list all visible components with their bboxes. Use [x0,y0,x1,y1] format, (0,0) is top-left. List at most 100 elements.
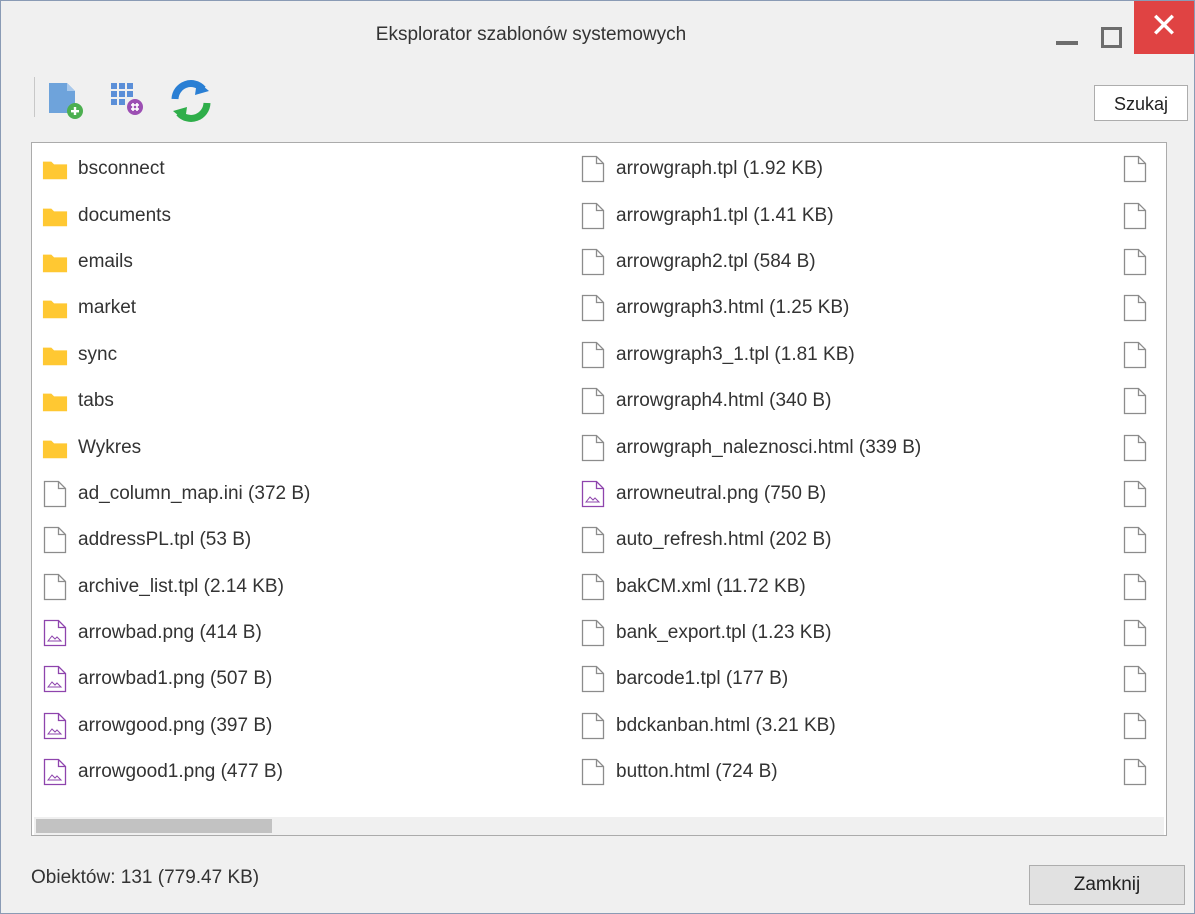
list-item-label: arrowgraph_naleznosci.html (339 B) [616,436,922,458]
list-item-label: arrowbad.png (414 B) [78,622,262,644]
list-item[interactable]: arrowgraph2.tpl (584 B) [580,239,1115,285]
list-item[interactable]: arrowbad.png (414 B) [42,610,577,656]
list-item[interactable] [1122,239,1166,285]
list-item[interactable]: barcode1.tpl (177 B) [580,656,1115,702]
status-text: Obiektów: 131 (779.47 KB) [31,867,260,888]
list-item-label: arrowgraph2.tpl (584 B) [616,250,816,272]
list-item[interactable]: arrowgraph_naleznosci.html (339 B) [580,424,1115,470]
list-item[interactable]: arrowgood1.png (477 B) [42,749,577,795]
file-icon [1122,341,1148,369]
list-item[interactable]: tabs [42,378,577,424]
list-item[interactable] [1122,471,1166,517]
list-item-label: bdckanban.html (3.21 KB) [616,714,836,736]
list-item[interactable]: arrowneutral.png (750 B) [580,471,1115,517]
minimize-button[interactable] [1048,10,1088,60]
list-item[interactable]: emails [42,239,577,285]
list-item[interactable]: arrowgood.png (397 B) [42,703,577,749]
close-icon: ✕ [1149,6,1179,46]
new-file-button[interactable] [45,77,87,119]
file-icon [580,294,606,322]
list-item[interactable]: bakCM.xml (11.72 KB) [580,564,1115,610]
toolbar: Szukaj [1,65,1194,137]
file-icon [580,341,606,369]
list-item[interactable]: button.html (724 B) [580,749,1115,795]
list-item-label: market [78,297,137,319]
list-item[interactable]: arrowgraph4.html (340 B) [580,378,1115,424]
folder-icon [42,202,68,230]
search-button[interactable]: Szukaj [1094,85,1188,121]
list-item-label: arrowgood1.png (477 B) [78,761,283,783]
list-item[interactable]: archive_list.tpl (2.14 KB) [42,564,577,610]
list-item[interactable]: bdckanban.html (3.21 KB) [580,703,1115,749]
list-item[interactable]: bsconnect [42,146,577,192]
file-icon [580,155,606,183]
list-item[interactable] [1122,192,1166,238]
list-item[interactable]: addressPL.tpl (53 B) [42,517,577,563]
file-icon [1122,526,1148,554]
list-item-label: barcode1.tpl (177 B) [616,668,789,690]
image-file-icon [42,665,68,693]
list-item[interactable]: arrowgraph3_1.tpl (1.81 KB) [580,332,1115,378]
list-item[interactable] [1122,564,1166,610]
file-icon [1122,434,1148,462]
file-icon [580,434,606,462]
list-item-label: arrowbad1.png (507 B) [78,668,273,690]
list-item[interactable] [1122,146,1166,192]
list-item[interactable]: arrowgraph.tpl (1.92 KB) [580,146,1115,192]
list-item-label: button.html (724 B) [616,761,778,783]
list-item-label: addressPL.tpl (53 B) [78,529,252,551]
file-icon [1122,387,1148,415]
file-icon [580,526,606,554]
file-icon [1122,248,1148,276]
list-item[interactable]: bank_export.tpl (1.23 KB) [580,610,1115,656]
file-icon [1122,480,1148,508]
folder-icon [42,294,68,322]
window-title: Eksplorator szablonów systemowych [375,24,687,45]
file-icon [1122,619,1148,647]
folder-icon [42,341,68,369]
list-item-label: arrowneutral.png (750 B) [616,482,827,504]
list-item[interactable] [1122,610,1166,656]
list-item[interactable]: ad_column_map.ini (372 B) [42,471,577,517]
list-item-label: arrowgraph3.html (1.25 KB) [616,297,850,319]
list-item[interactable]: arrowbad1.png (507 B) [42,656,577,702]
list-item[interactable] [1122,656,1166,702]
refresh-icon [171,80,211,122]
list-item[interactable] [1122,703,1166,749]
list-item-label: tabs [78,390,114,412]
list-column-1: bsconnect documents emails market sync tabs Wy… [42,146,577,795]
list-item[interactable] [1122,424,1166,470]
maximize-icon [1101,27,1122,48]
list-item[interactable]: Wykres [42,424,577,470]
scrollbar-thumb[interactable] [36,819,272,833]
file-icon [580,248,606,276]
file-list[interactable]: bsconnect documents emails market sync tabs Wy… [31,142,1167,836]
maximize-button[interactable] [1091,10,1131,60]
list-item-label: arrowgraph.tpl (1.92 KB) [616,158,823,180]
list-item[interactable]: market [42,285,577,331]
list-item-label: arrowgraph1.tpl (1.41 KB) [616,204,834,226]
list-item[interactable]: arrowgraph3.html (1.25 KB) [580,285,1115,331]
title-bar[interactable]: Eksplorator szablonów systemowych ✕ [1,1,1194,65]
file-icon [580,573,606,601]
close-window-button[interactable]: ✕ [1134,1,1194,54]
list-item[interactable]: sync [42,332,577,378]
grid-view-button[interactable] [107,77,149,119]
list-item[interactable] [1122,517,1166,563]
horizontal-scrollbar[interactable] [34,817,1164,835]
list-item[interactable] [1122,285,1166,331]
close-button[interactable]: Zamknij [1029,865,1185,905]
list-column-2: arrowgraph.tpl (1.92 KB) arrowgraph1.tpl … [580,146,1115,795]
list-item[interactable]: documents [42,192,577,238]
refresh-button[interactable] [167,77,211,122]
list-item[interactable] [1122,378,1166,424]
list-item[interactable]: arrowgraph1.tpl (1.41 KB) [580,192,1115,238]
list-item[interactable] [1122,749,1166,795]
file-icon [580,712,606,740]
list-item[interactable] [1122,332,1166,378]
file-icon [580,619,606,647]
file-icon [42,480,68,508]
list-item[interactable]: auto_refresh.html (202 B) [580,517,1115,563]
folder-icon [42,434,68,462]
list-item-label: sync [78,343,118,365]
